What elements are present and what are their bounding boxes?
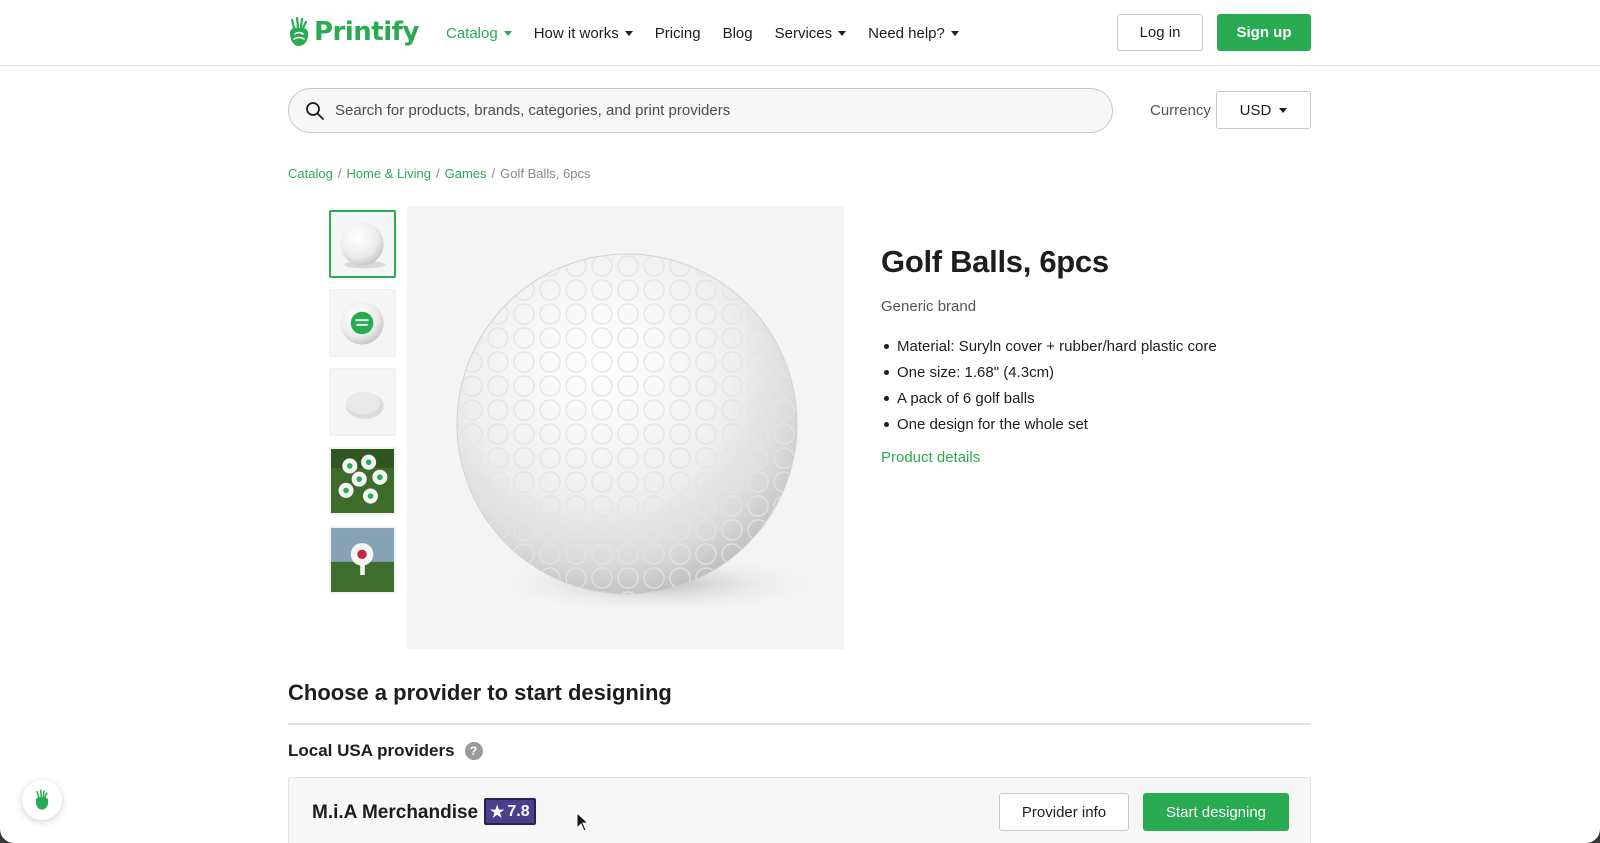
provider-rating-badge: ★ 7.8	[484, 798, 536, 825]
login-button[interactable]: Log in	[1117, 14, 1203, 51]
provider-group-title: Local USA providers ?	[288, 741, 483, 761]
nav-item-pricing[interactable]: Pricing	[655, 22, 701, 44]
section-divider	[288, 723, 1311, 725]
nav-item-label: Blog	[722, 24, 753, 42]
logo-wordmark: Printify	[314, 17, 419, 47]
product-details-link[interactable]: Product details	[881, 449, 980, 466]
mouse-cursor-icon	[576, 812, 590, 832]
breadcrumb-current: Golf Balls, 6pcs	[500, 166, 591, 181]
golf-ball-design-image	[331, 291, 394, 355]
nav-item-label: Services	[774, 24, 833, 42]
main-nav: Catalog How it works Pricing Blog Servic…	[446, 22, 959, 44]
printify-logo[interactable]: Printify	[288, 14, 419, 50]
list-item: One design for the whole set	[881, 411, 1217, 437]
breadcrumb-separator: /	[435, 166, 440, 181]
list-item: One size: 1.68" (4.3cm)	[881, 359, 1217, 385]
nav-item-label: Catalog	[446, 24, 498, 42]
breadcrumb-separator: /	[491, 166, 496, 181]
start-designing-button[interactable]: Start designing	[1143, 793, 1289, 831]
nav-item-need-help[interactable]: Need help?	[868, 22, 959, 44]
breadcrumb: Catalog / Home & Living / Games / Golf B…	[288, 166, 590, 181]
breadcrumb-separator: /	[337, 166, 342, 181]
nav-item-how-it-works[interactable]: How it works	[534, 22, 633, 44]
printify-logo-icon	[35, 789, 49, 810]
chat-widget-button[interactable]	[22, 780, 62, 820]
chevron-down-icon	[950, 30, 959, 36]
nav-item-label: How it works	[533, 24, 619, 42]
product-title: Golf Balls, 6pcs	[881, 244, 1109, 279]
nav-item-label: Need help?	[868, 24, 945, 42]
golf-ball-image	[331, 212, 394, 276]
browser-page: Printify Catalog How it works Pricing Bl…	[0, 0, 1600, 843]
nav-item-catalog[interactable]: Catalog	[446, 22, 512, 44]
bullet-icon	[884, 343, 889, 349]
product-main-image[interactable]	[407, 206, 844, 649]
provider-card: M.i.A Merchandise ★ 7.8 Provider info St…	[288, 777, 1311, 843]
feature-text: One size: 1.68" (4.3cm)	[897, 363, 1055, 381]
product-features: Material: Suryln cover + rubber/hard pla…	[881, 333, 1217, 437]
product-thumbnail[interactable]	[329, 368, 396, 436]
product-thumbnail[interactable]	[329, 289, 396, 357]
breadcrumb-link-games[interactable]: Games	[445, 166, 487, 181]
currency-select[interactable]: USD	[1216, 91, 1311, 129]
feature-text: One design for the whole set	[897, 415, 1088, 433]
search-icon	[306, 101, 324, 120]
printify-logo-icon	[290, 16, 309, 46]
nav-item-label: Pricing	[654, 24, 701, 42]
provider-group-label: Local USA providers	[288, 741, 455, 760]
provider-info-button[interactable]: Provider info	[999, 793, 1129, 831]
nav-item-blog[interactable]: Blog	[723, 22, 753, 44]
bullet-icon	[884, 421, 889, 427]
provider-name: M.i.A Merchandise	[312, 802, 479, 823]
golf-balls-on-grass-image	[331, 449, 394, 513]
currency-label: Currency	[1150, 102, 1211, 119]
bullet-icon	[884, 395, 889, 401]
provider-rating-value: 7.8	[507, 802, 530, 820]
chevron-down-icon	[624, 30, 633, 36]
product-thumbnails	[329, 210, 396, 594]
feature-text: Material: Suryln cover + rubber/hard pla…	[897, 337, 1217, 355]
feature-text: A pack of 6 golf balls	[897, 389, 1035, 407]
product-brand: Generic brand	[881, 298, 977, 315]
top-navigation: Printify Catalog How it works Pricing Bl…	[0, 0, 1600, 66]
list-item: A pack of 6 golf balls	[881, 385, 1217, 411]
providers-section-title: Choose a provider to start designing	[288, 680, 672, 705]
breadcrumb-link-catalog[interactable]: Catalog	[288, 166, 333, 181]
chevron-down-icon	[838, 30, 847, 36]
breadcrumb-link-home-living[interactable]: Home & Living	[346, 166, 431, 181]
chevron-down-icon	[1279, 107, 1288, 113]
search-bar	[288, 88, 1113, 133]
help-icon[interactable]: ?	[464, 742, 483, 760]
search-input[interactable]	[335, 102, 1095, 119]
product-thumbnail[interactable]	[329, 526, 396, 594]
nav-item-services[interactable]: Services	[775, 22, 847, 44]
product-thumbnail[interactable]	[329, 210, 396, 278]
golf-ball-side-image	[331, 370, 394, 434]
chevron-down-icon	[503, 30, 512, 36]
star-icon: ★	[490, 803, 505, 821]
bullet-icon	[884, 369, 889, 375]
product-thumbnail[interactable]	[329, 447, 396, 515]
currency-value: USD	[1239, 101, 1272, 119]
list-item: Material: Suryln cover + rubber/hard pla…	[881, 333, 1217, 359]
golf-ball-on-tee-image	[331, 528, 394, 592]
golf-ball-image	[407, 206, 844, 649]
signup-button[interactable]: Sign up	[1217, 14, 1311, 51]
